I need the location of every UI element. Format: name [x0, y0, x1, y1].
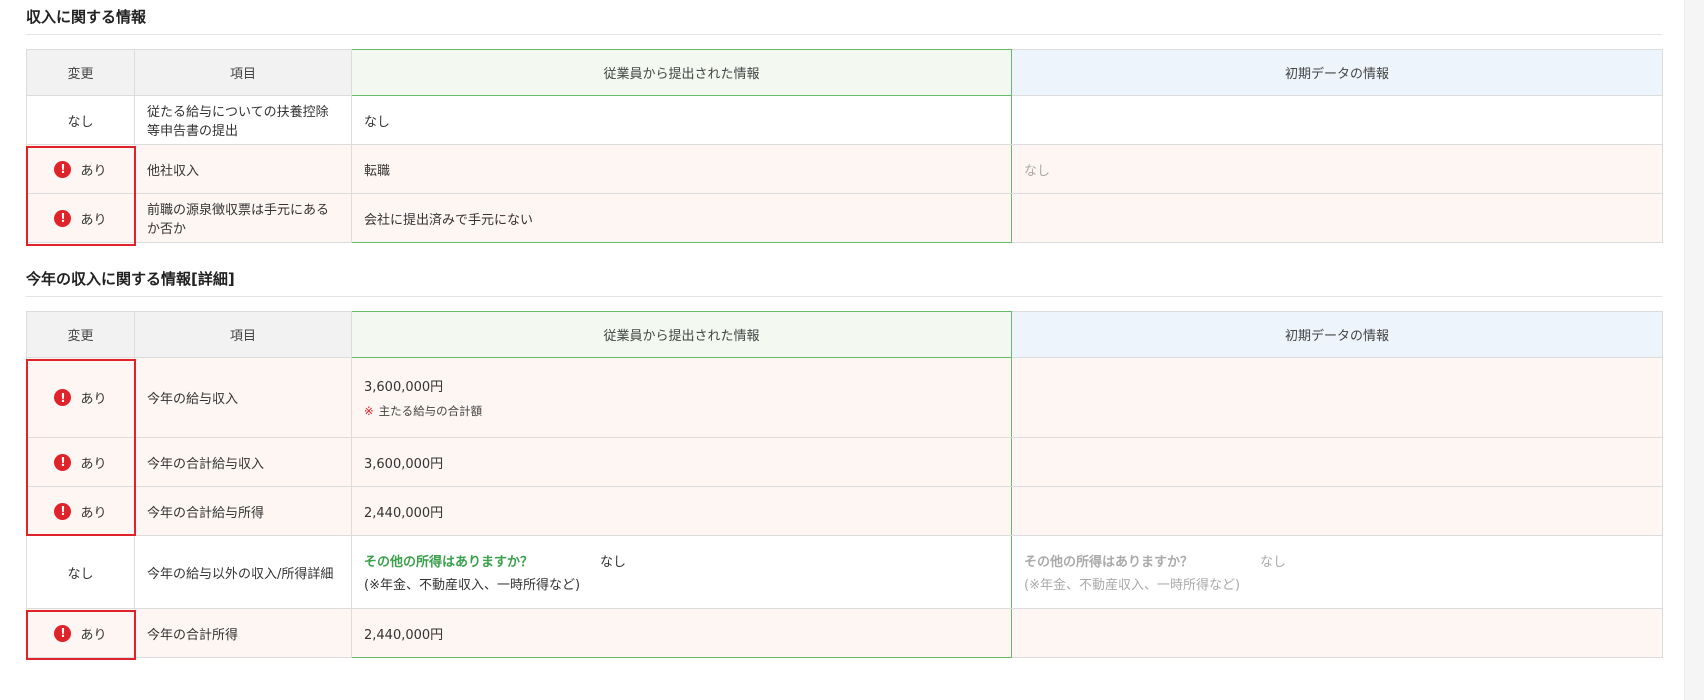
- exclamation-circle-icon: !: [54, 160, 72, 178]
- change-status: あり: [80, 505, 107, 521]
- income-info-table: 変更 項目 従業員から提出された情報 初期データの情報 なし 従たる給与について…: [26, 49, 1663, 243]
- employee-value-cell: その他の所得はありますか？ なし (※年金、不動産収入、一時所得など): [351, 535, 1012, 609]
- table-row: ! あり 今年の合計所得 2,440,000円: [26, 608, 1663, 658]
- change-status-cell: ! あり: [26, 608, 135, 658]
- other-income-question: その他の所得はありますか？ なし: [364, 551, 999, 570]
- item-label: 前職の源泉徴収票は手元にあるか否か: [134, 193, 352, 243]
- employee-note: ※ 主たる給与の合計額: [364, 403, 999, 419]
- initial-value: [1011, 193, 1663, 243]
- right-scrollbar-strip: [1684, 0, 1704, 700]
- current-year-income-detail-section: 今年の収入に関する情報[詳細] 変更 項目 従業員から提出された情報 初期データ…: [26, 268, 1663, 658]
- employee-value: なし: [351, 95, 1012, 145]
- question-label: その他の所得はありますか？: [1024, 555, 1194, 570]
- other-income-question: その他の所得はありますか？ なし: [1024, 551, 1650, 570]
- question-answer: なし: [600, 555, 627, 570]
- change-status: あり: [80, 627, 107, 643]
- note-text: 主たる給与の合計額: [378, 404, 483, 418]
- initial-value: [1011, 95, 1663, 145]
- item-label: 今年の給与収入: [134, 357, 352, 438]
- exclamation-circle-icon: !: [54, 624, 72, 642]
- table-row: ! あり 前職の源泉徴収票は手元にあるか否か 会社に提出済みで手元にない: [26, 193, 1663, 243]
- item-label: 他社収入: [134, 144, 352, 194]
- exclamation-circle-icon: !: [54, 209, 72, 227]
- item-label: 今年の給与以外の収入/所得詳細: [134, 535, 352, 609]
- item-label: 今年の合計所得: [134, 608, 352, 658]
- employee-value: 会社に提出済みで手元にない: [351, 193, 1012, 243]
- change-status: あり: [80, 456, 107, 472]
- section-title: 収入に関する情報: [26, 8, 147, 26]
- employee-value: 2,440,000円: [351, 486, 1012, 536]
- table-row: なし 今年の給与以外の収入/所得詳細 その他の所得はありますか？ なし (※年金…: [26, 535, 1663, 609]
- change-status: なし: [26, 535, 135, 609]
- header-employee-info: 従業員から提出された情報: [351, 311, 1012, 358]
- header-item: 項目: [134, 311, 352, 358]
- question-answer: なし: [1260, 555, 1287, 570]
- initial-value: [1011, 486, 1663, 536]
- exclamation-circle-icon: !: [54, 389, 72, 406]
- header-change: 変更: [26, 49, 135, 96]
- income-info-section: 収入に関する情報 変更 項目 従業員から提出された情報 初期データの情報 なし …: [26, 6, 1663, 243]
- change-status-cell: ! あり: [26, 144, 135, 194]
- note-mark: ※: [364, 404, 374, 418]
- question-hint: (※年金、不動産収入、一時所得など): [1024, 578, 1241, 593]
- item-label: 今年の合計給与所得: [134, 486, 352, 536]
- change-status: あり: [80, 392, 107, 407]
- question-label: その他の所得はありますか？: [364, 555, 534, 570]
- initial-value: [1011, 357, 1663, 438]
- exclamation-circle-icon: !: [54, 453, 72, 471]
- table-row: ! あり 今年の合計給与所得 2,440,000円: [26, 486, 1663, 536]
- employee-value: 3,600,000円: [364, 380, 444, 395]
- income-detail-table: 変更 項目 従業員から提出された情報 初期データの情報 ! あり 今年の給与収入…: [26, 311, 1663, 658]
- table-row: ! あり 他社収入 転職 なし: [26, 144, 1663, 194]
- exclamation-circle-icon: !: [54, 502, 72, 520]
- change-status-cell: ! あり: [26, 486, 135, 536]
- employee-value: 2,440,000円: [351, 608, 1012, 658]
- header-initial-data: 初期データの情報: [1011, 311, 1663, 358]
- change-status: あり: [80, 212, 107, 228]
- table-header-row: 変更 項目 従業員から提出された情報 初期データの情報: [26, 49, 1663, 96]
- change-status: なし: [26, 95, 135, 145]
- change-status-cell: ! あり: [26, 437, 135, 487]
- header-initial-data: 初期データの情報: [1011, 49, 1663, 96]
- change-status: あり: [80, 163, 107, 179]
- item-label: 従たる給与についての扶養控除等申告書の提出: [134, 95, 352, 145]
- header-change: 変更: [26, 311, 135, 358]
- item-label: 今年の合計給与収入: [134, 437, 352, 487]
- initial-value: [1011, 437, 1663, 487]
- employee-value: 転職: [351, 144, 1012, 194]
- initial-value-cell: その他の所得はありますか？ なし (※年金、不動産収入、一時所得など): [1011, 535, 1663, 609]
- header-item: 項目: [134, 49, 352, 96]
- section-title: 今年の収入に関する情報[詳細]: [26, 270, 235, 288]
- initial-value: なし: [1011, 144, 1663, 194]
- table-row: ! あり 今年の給与収入 3,600,000円 ※ 主たる給与の合計額: [26, 357, 1663, 438]
- table-row: ! あり 今年の合計給与収入 3,600,000円: [26, 437, 1663, 487]
- section-divider: [26, 296, 1662, 297]
- table-row: なし 従たる給与についての扶養控除等申告書の提出 なし: [26, 95, 1663, 145]
- employee-value: 3,600,000円: [351, 437, 1012, 487]
- initial-value: [1011, 608, 1663, 658]
- question-hint: (※年金、不動産収入、一時所得など): [364, 578, 581, 593]
- change-status-cell: ! あり: [26, 193, 135, 243]
- change-status-cell: ! あり: [26, 357, 135, 438]
- section-divider: [26, 34, 1662, 35]
- header-employee-info: 従業員から提出された情報: [351, 49, 1012, 96]
- table-header-row: 変更 項目 従業員から提出された情報 初期データの情報: [26, 311, 1663, 358]
- employee-value-cell: 3,600,000円 ※ 主たる給与の合計額: [351, 357, 1012, 438]
